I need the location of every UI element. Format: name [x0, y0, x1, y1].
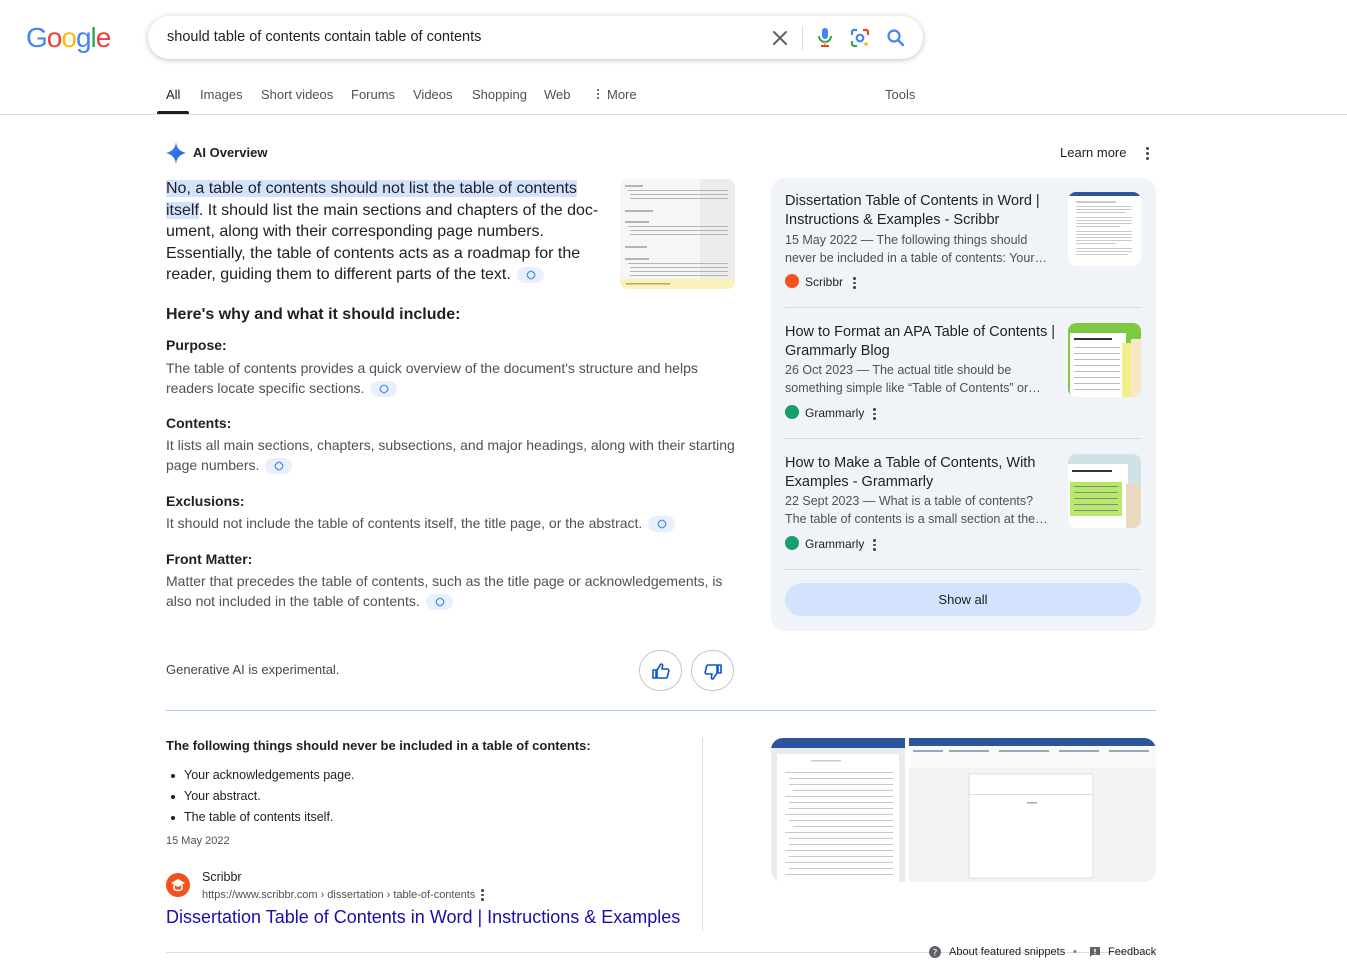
list-item: The table of contents itself.	[166, 807, 355, 828]
section-contents-label: Contents:	[166, 415, 232, 431]
source-card[interactable]: Dissertation Table of Contents in Word |…	[785, 192, 1141, 292]
source-snippet: 22 Sept 2023 — What is a table of conten…	[785, 494, 1048, 526]
section-contents-text: It lists all main sections, chapters, su…	[166, 437, 735, 474]
section-front-matter-label: Front Matter:	[166, 551, 253, 567]
source-snippet: 26 Oct 2023 — The actual title should be…	[785, 363, 1041, 395]
ai-subheading: Here's why and what it should include:	[166, 306, 461, 323]
source-title[interactable]: How to Make a Table of Contents, With Ex…	[785, 454, 1055, 491]
tab-videos[interactable]: Videos	[413, 87, 453, 102]
ai-overview-title: AI Overview	[193, 145, 268, 160]
thumbs-down-icon	[704, 664, 722, 680]
svg-text:?: ?	[933, 949, 938, 959]
logo-letter: G	[26, 22, 48, 53]
logo-letter: g	[75, 22, 92, 53]
thumbs-down-button[interactable]	[691, 650, 734, 691]
snippet-divider	[702, 738, 703, 931]
ai-overview-menu-icon[interactable]	[1146, 147, 1150, 161]
feedback-link[interactable]: Feedback	[1108, 946, 1156, 958]
source-menu-icon[interactable]	[853, 277, 856, 291]
logo-letter: e	[95, 22, 112, 53]
snippet-site-name[interactable]: Scribbr	[202, 870, 242, 884]
snippet-heading: The following things should never be inc…	[166, 738, 591, 753]
source-menu-icon[interactable]	[873, 539, 876, 553]
source-title[interactable]: How to Format an APA Table of Contents |…	[785, 323, 1055, 360]
thumbs-up-button[interactable]	[639, 650, 682, 691]
section-exclusions-text: It should not include the table of conte…	[166, 514, 741, 534]
grammarly-favicon-icon	[785, 405, 799, 419]
snippet-result-link[interactable]: Dissertation Table of Contents in Word |…	[166, 907, 680, 928]
snippet-date: 15 May 2022	[166, 835, 230, 847]
source-link-chip[interactable]	[370, 380, 398, 397]
tab-shopping[interactable]: Shopping	[472, 87, 527, 102]
source-link-chip[interactable]	[517, 267, 545, 284]
source-link-chip[interactable]	[265, 457, 293, 474]
source-link-chip[interactable]	[425, 593, 453, 610]
result-menu-icon[interactable]	[481, 889, 484, 903]
ai-summary: No, a table of contents should not list …	[166, 178, 612, 286]
search-box[interactable]: should table of contents contain table o…	[148, 16, 923, 59]
source-divider	[785, 569, 1141, 570]
google-logo[interactable]: Google	[26, 22, 112, 54]
source-card[interactable]: How to Make a Table of Contents, With Ex…	[785, 454, 1141, 554]
scribbr-favicon-icon[interactable]	[166, 873, 190, 897]
tools-button[interactable]: Tools	[885, 87, 915, 102]
source-title[interactable]: Dissertation Table of Contents in Word |…	[785, 192, 1055, 229]
tab-forums[interactable]: Forums	[351, 87, 395, 102]
active-tab-indicator	[157, 111, 189, 114]
more-dots-icon	[597, 89, 600, 103]
source-divider	[785, 307, 1141, 308]
close-icon[interactable]	[772, 30, 788, 46]
snippet-url[interactable]: https://www.scribbr.com › dissertation ›…	[202, 889, 475, 901]
ai-overview-separator	[166, 710, 1156, 711]
snippet-image[interactable]	[909, 738, 1156, 882]
help-circle-icon: ?	[929, 946, 941, 958]
snippet-list: Your acknowledgements page. Your abstrac…	[166, 765, 355, 828]
tab-all[interactable]: All	[166, 87, 180, 102]
tab-more[interactable]: More	[607, 87, 637, 102]
tab-short-videos[interactable]: Short videos	[261, 87, 333, 102]
source-divider	[785, 438, 1141, 439]
learn-more-link[interactable]: Learn more	[1060, 145, 1126, 160]
section-front-matter-text: Matter that precedes the table of conten…	[166, 573, 723, 610]
footer-separator-dot: •	[1073, 946, 1077, 958]
gemini-sparkle-icon	[166, 142, 186, 164]
grammarly-favicon-icon	[785, 536, 799, 550]
ai-sources-panel: Dissertation Table of Contents in Word |…	[771, 178, 1156, 631]
about-featured-snippets-link[interactable]: About featured snippets	[949, 946, 1065, 958]
tab-images[interactable]: Images	[200, 87, 243, 102]
list-item: Your abstract.	[166, 786, 355, 807]
logo-letter: o	[46, 22, 63, 53]
logo-letter: o	[61, 22, 77, 53]
summary-thumbnail[interactable]	[620, 179, 735, 289]
section-purpose-text: The table of contents provides a quick o…	[166, 360, 698, 397]
source-snippet: 15 May 2022 — The following things shoul…	[785, 233, 1047, 265]
feedback-icon	[1090, 947, 1100, 957]
lens-icon[interactable]	[850, 28, 870, 48]
source-thumbnail[interactable]	[1068, 323, 1141, 397]
source-card[interactable]: How to Format an APA Table of Contents |…	[785, 323, 1141, 423]
search-divider	[802, 26, 803, 50]
show-all-button[interactable]: Show all	[785, 583, 1141, 616]
mic-icon[interactable]	[817, 27, 833, 49]
source-link-chip[interactable]	[648, 516, 676, 533]
search-tabs: All Images Short videos Forums Videos Sh…	[0, 86, 1347, 115]
thumbs-up-icon	[652, 663, 670, 679]
source-thumbnail[interactable]	[1068, 454, 1141, 528]
source-thumbnail[interactable]	[1068, 192, 1141, 266]
search-query[interactable]: should table of contents contain table o…	[167, 29, 481, 45]
section-exclusions-label: Exclusions:	[166, 493, 245, 509]
section-purpose-label: Purpose:	[166, 337, 227, 353]
snippet-image[interactable]	[771, 738, 905, 882]
list-item: Your acknowledgements page.	[166, 765, 355, 786]
tab-web[interactable]: Web	[544, 87, 571, 102]
search-icon[interactable]	[886, 28, 906, 48]
generative-ai-disclaimer: Generative AI is experimental.	[166, 662, 340, 677]
source-menu-icon[interactable]	[873, 408, 876, 422]
scribbr-favicon-icon	[785, 274, 799, 288]
